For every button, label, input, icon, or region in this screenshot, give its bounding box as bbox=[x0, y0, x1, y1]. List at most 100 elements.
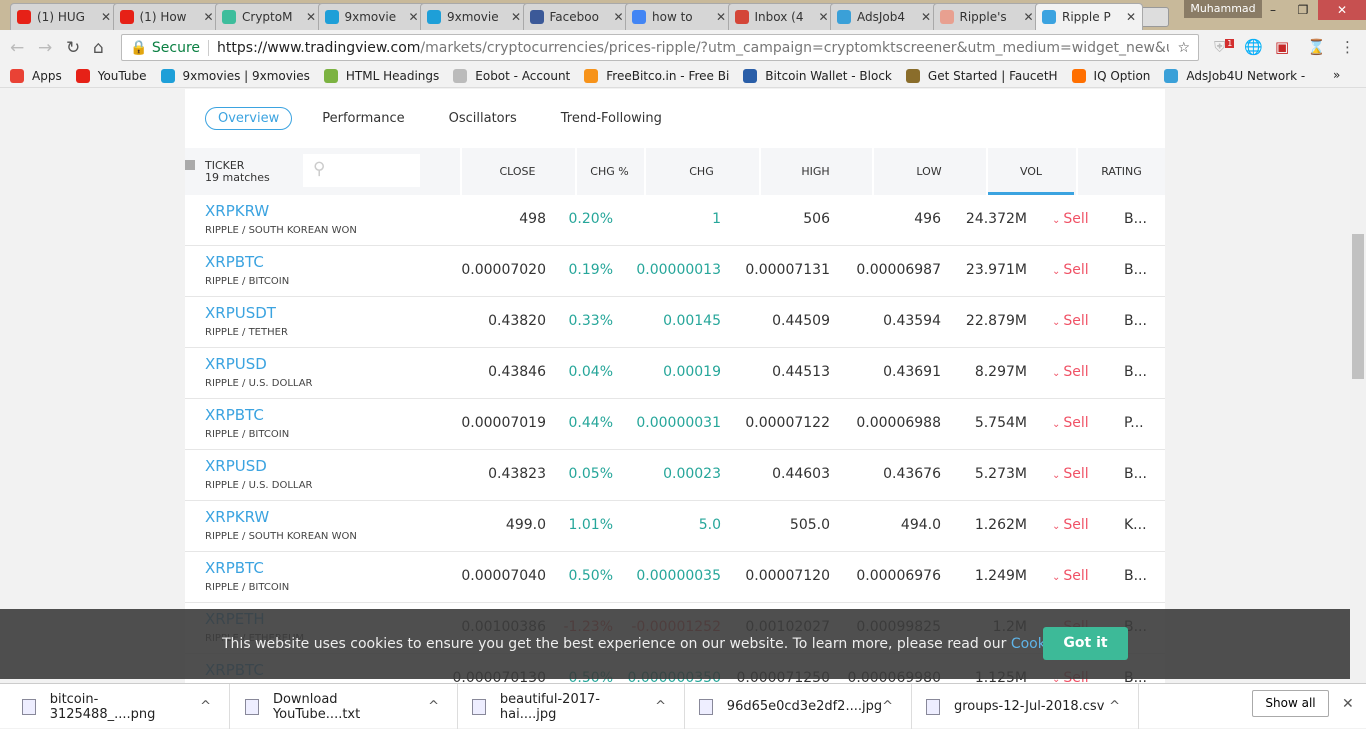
tab-overview[interactable]: Overview bbox=[205, 107, 293, 130]
browser-tab[interactable]: 9xmovie ✕ bbox=[317, 3, 426, 30]
column-header-chg[interactable]: CHG bbox=[644, 148, 757, 195]
browser-tab[interactable]: Ripple P ✕ bbox=[1035, 3, 1143, 30]
download-item[interactable]: 96d65e0cd3e2df2....jpg ^ bbox=[685, 684, 912, 729]
tab-trend-following[interactable]: Trend-Following bbox=[561, 111, 662, 126]
table-row[interactable]: XRPBTC RIPPLE / BITCOIN 0.00007019 0.44% 0.0… bbox=[185, 399, 1165, 450]
symbol-link[interactable]: XRPKRW bbox=[205, 202, 269, 220]
table-row[interactable]: XRPKRW RIPPLE / SOUTH KOREAN WON 498 0.20% 1… bbox=[185, 195, 1165, 246]
table-row[interactable]: XRPBTC RIPPLE / BITCOIN 0.00007040 0.50% 0.0… bbox=[185, 552, 1165, 603]
symbol-link[interactable]: XRPUSDT bbox=[205, 304, 276, 322]
browser-tab[interactable]: (1) How ✕ bbox=[112, 3, 221, 30]
show-all-button[interactable]: Show all bbox=[1252, 690, 1329, 717]
symbol-link[interactable]: XRPUSD bbox=[205, 457, 267, 475]
table-row[interactable]: XRPKRW RIPPLE / SOUTH KOREAN WON 499.0 1.01… bbox=[185, 501, 1165, 552]
symbol-link[interactable]: XRPBTC bbox=[205, 559, 264, 577]
table-row[interactable]: XRPBTC RIPPLE / BITCOIN 0.00007020 0.19% 0.0… bbox=[185, 246, 1165, 297]
home-icon[interactable]: ⌂ bbox=[93, 38, 104, 58]
tab-close-icon[interactable]: ✕ bbox=[921, 10, 931, 24]
browser-tab[interactable]: Ripple's ✕ bbox=[932, 3, 1041, 30]
tab-close-icon[interactable]: ✕ bbox=[613, 10, 623, 24]
tab-close-icon[interactable]: ✕ bbox=[1126, 10, 1136, 24]
cell-vol: 22.879M bbox=[965, 313, 1027, 329]
tab-close-icon[interactable]: ✕ bbox=[408, 10, 418, 24]
mcafee-extension-icon[interactable]: ▣ bbox=[1275, 38, 1289, 56]
reload-icon[interactable]: ↻ bbox=[66, 38, 80, 58]
browser-tab[interactable]: (1) HUG ✕ bbox=[10, 3, 118, 30]
table-row[interactable]: XRPUSD RIPPLE / U.S. DOLLAR 0.43823 0.05% 0.… bbox=[185, 450, 1165, 501]
close-window-button[interactable]: ✕ bbox=[1318, 0, 1366, 20]
tab-close-icon[interactable]: ✕ bbox=[101, 10, 111, 24]
download-options-icon[interactable]: ^ bbox=[200, 699, 211, 714]
download-options-icon[interactable]: ^ bbox=[882, 699, 893, 714]
hourglass-extension-icon[interactable]: ⌛ bbox=[1307, 38, 1326, 56]
symbol-link[interactable]: XRPBTC bbox=[205, 253, 264, 271]
column-header-close[interactable]: CLOSE bbox=[460, 148, 573, 195]
column-header-rating[interactable]: RATING bbox=[1076, 148, 1165, 195]
column-header-high[interactable]: HIGH bbox=[759, 148, 870, 195]
cell-chg-pct: 0.04% bbox=[568, 364, 613, 380]
shield-extension-icon[interactable]: ⛨ 1 bbox=[1214, 38, 1235, 56]
cell-next-rating: K... bbox=[1124, 517, 1147, 533]
browser-tab[interactable]: AdsJob4 ✕ bbox=[830, 3, 938, 30]
tab-close-icon[interactable]: ✕ bbox=[716, 10, 726, 24]
symbol-link[interactable]: XRPBTC bbox=[205, 406, 264, 424]
browser-tab[interactable]: CryptoM ✕ bbox=[215, 3, 323, 30]
download-item[interactable]: Download YouTube....txt ^ bbox=[231, 684, 458, 729]
bookmark-star-icon[interactable]: ☆ bbox=[1169, 40, 1198, 56]
browser-tab[interactable]: Faceboo ✕ bbox=[522, 3, 631, 30]
bookmark-item[interactable]: FreeBitco.in - Free Bi bbox=[584, 68, 729, 83]
cell-chg: 5.0 bbox=[698, 517, 721, 533]
download-options-icon[interactable]: ^ bbox=[428, 699, 439, 714]
tab-close-icon[interactable]: ✕ bbox=[306, 10, 316, 24]
address-bar[interactable]: 🔒 Secure https://www.tradingview.com/mar… bbox=[121, 34, 1199, 61]
download-options-icon[interactable]: ^ bbox=[655, 699, 666, 714]
symbol-link[interactable]: XRPUSD bbox=[205, 355, 267, 373]
browser-tab[interactable]: 9xmovie ✕ bbox=[420, 3, 528, 30]
maximize-button[interactable]: ❐ bbox=[1288, 0, 1318, 20]
scrollbar-thumb[interactable] bbox=[1352, 234, 1364, 379]
table-row[interactable]: XRPUSDT RIPPLE / TETHER 0.43820 0.33% 0.0014… bbox=[185, 297, 1165, 348]
bookmark-item[interactable]: HTML Headings bbox=[323, 68, 439, 83]
tab-oscillators[interactable]: Oscillators bbox=[449, 111, 517, 126]
bookmark-item[interactable]: Bitcoin Wallet - Block bbox=[743, 68, 892, 83]
download-item[interactable]: bitcoin-3125488_....png ^ bbox=[8, 684, 230, 729]
bookmark-item[interactable]: Apps bbox=[10, 68, 62, 83]
menu-icon[interactable]: ⋮ bbox=[1340, 38, 1355, 56]
tab-performance[interactable]: Performance bbox=[322, 111, 404, 126]
download-item[interactable]: beautiful-2017-hai....jpg ^ bbox=[458, 684, 685, 729]
got-it-button[interactable]: Got it bbox=[1043, 627, 1128, 660]
symbol-link[interactable]: XRPKRW bbox=[205, 508, 269, 526]
bookmark-item[interactable]: Eobot - Account bbox=[453, 68, 570, 83]
rating-sell: ⌄Sell bbox=[1052, 568, 1089, 584]
more-bookmarks-icon[interactable]: » bbox=[1333, 68, 1340, 82]
bookmark-item[interactable]: YouTube bbox=[75, 68, 147, 83]
globe-extension-icon[interactable]: 🌐 bbox=[1244, 38, 1263, 56]
bookmark-item[interactable]: Get Started | FaucetH bbox=[905, 68, 1058, 83]
bookmark-item[interactable]: AdsJob4U Network - bbox=[1164, 68, 1305, 83]
column-header-low[interactable]: LOW bbox=[872, 148, 984, 195]
flag-icon[interactable] bbox=[185, 160, 195, 170]
column-header-vol[interactable]: VOL bbox=[986, 148, 1074, 195]
tab-close-icon[interactable]: ✕ bbox=[203, 10, 213, 24]
back-icon[interactable]: ← bbox=[10, 38, 24, 58]
bookmark-label: YouTube bbox=[97, 68, 147, 83]
minimize-button[interactable]: – bbox=[1258, 0, 1288, 20]
column-header-chg[interactable]: CHG % bbox=[575, 148, 642, 195]
ticker-search-input[interactable]: ⚲ bbox=[303, 154, 420, 187]
table-row[interactable]: XRPUSD RIPPLE / U.S. DOLLAR 0.43846 0.04% 0.… bbox=[185, 348, 1165, 399]
bookmark-item[interactable]: IQ Option bbox=[1071, 68, 1150, 83]
browser-tab[interactable]: how to ✕ bbox=[625, 3, 733, 30]
browser-tab[interactable]: Inbox (4 ✕ bbox=[727, 3, 836, 30]
bookmark-item[interactable]: 9xmovies | 9xmovies bbox=[160, 68, 310, 83]
tab-title: (1) How bbox=[139, 10, 187, 24]
forward-icon[interactable]: → bbox=[38, 38, 52, 58]
download-options-icon[interactable]: ^ bbox=[1109, 699, 1120, 714]
profile-button[interactable]: Muhammad bbox=[1184, 0, 1262, 18]
tab-close-icon[interactable]: ✕ bbox=[1023, 10, 1033, 24]
tab-close-icon[interactable]: ✕ bbox=[511, 10, 521, 24]
tab-close-icon[interactable]: ✕ bbox=[818, 10, 828, 24]
scrollbar[interactable] bbox=[1350, 89, 1366, 683]
download-item[interactable]: groups-12-Jul-2018.csv ^ bbox=[912, 684, 1139, 729]
close-downloads-icon[interactable]: ✕ bbox=[1342, 696, 1354, 712]
tab-favicon-icon bbox=[427, 10, 441, 24]
